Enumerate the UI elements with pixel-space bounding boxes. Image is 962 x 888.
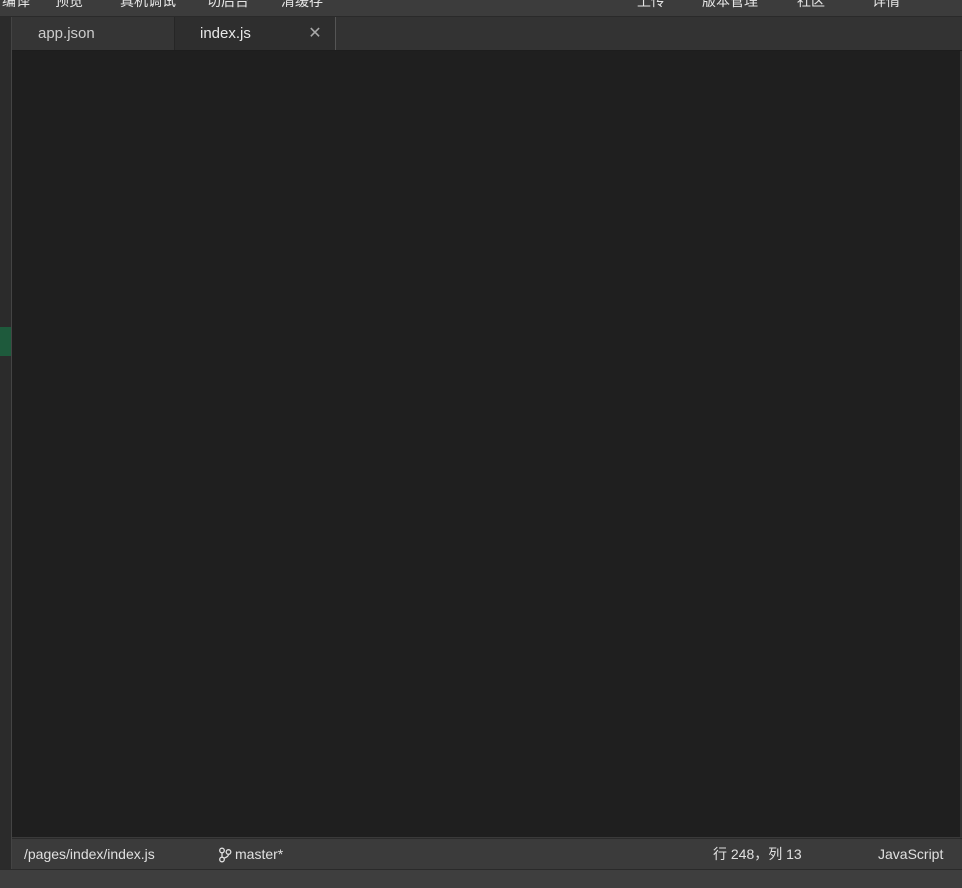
- close-icon[interactable]: ✕: [307, 17, 323, 50]
- tab-label: app.json: [38, 25, 95, 42]
- status-cursor-position[interactable]: 行 248，列 13: [713, 839, 802, 870]
- status-language-mode[interactable]: JavaScript: [878, 839, 943, 870]
- gutter-change-marker: [0, 327, 11, 356]
- toolbar-upload[interactable]: 上传: [637, 0, 665, 11]
- toolbar-version-management[interactable]: 版本管理: [702, 0, 758, 11]
- status-branch[interactable]: master*: [218, 839, 283, 870]
- status-file-path[interactable]: /pages/index/index.js: [24, 839, 155, 870]
- left-activity-edge: [0, 17, 12, 869]
- tab-label: index.js: [200, 25, 251, 42]
- toolbar-background[interactable]: 切后台: [207, 0, 249, 11]
- editor-tabbar: app.json index.js ✕: [12, 17, 962, 51]
- toolbar-preview[interactable]: 预览: [55, 0, 83, 11]
- git-branch-icon: [219, 847, 232, 863]
- tab-app-json[interactable]: app.json: [12, 17, 175, 50]
- branch-label: master*: [235, 846, 284, 862]
- toolbar-details[interactable]: 详情: [872, 0, 900, 11]
- toolbar-community[interactable]: 社区: [797, 0, 825, 11]
- code-editor[interactable]: [12, 51, 960, 837]
- bottom-panel-strip: [0, 869, 962, 888]
- toolbar-compile[interactable]: 编译: [2, 0, 30, 11]
- status-bar: /pages/index/index.js master* 行 248，列 13…: [12, 838, 962, 870]
- top-toolbar: 编译 预览 真机调试 切后台 清缓存 上传 版本管理 社区 详情: [0, 0, 962, 17]
- toolbar-clear-cache[interactable]: 清缓存: [281, 0, 323, 11]
- tab-index-js[interactable]: index.js ✕: [175, 17, 336, 50]
- toolbar-remote-debug[interactable]: 真机调试: [120, 0, 176, 11]
